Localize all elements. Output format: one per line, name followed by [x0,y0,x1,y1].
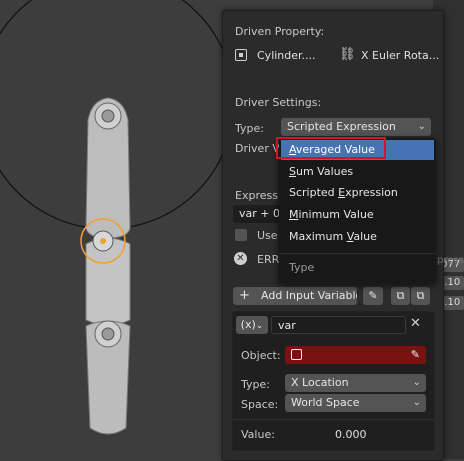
add-input-variable-button[interactable]: + Add Input Variable [233,287,357,305]
origin-dot [100,238,106,244]
use-self-checkbox[interactable] [235,229,247,241]
driver-settings-heading: Driver Settings: [235,96,322,109]
divider [279,253,436,254]
menu-header: Type [289,261,315,274]
highlight-box [276,137,386,159]
object-label: Object: [241,349,281,362]
variable-value: 0.000 [335,428,367,441]
menu-item-label: xpression [345,186,398,199]
menu-item-mnemonic: M [289,208,299,221]
driven-property-heading: Driven Property: [235,25,325,38]
error-icon: ✕ [234,252,247,265]
space-label: Space: [241,398,279,411]
menu-item-mnemonic: S [289,165,296,178]
space-value: World Space [291,396,360,409]
chevron-down-icon: ⌄ [412,397,421,408]
divider [233,419,434,420]
variable-type-dropdown[interactable]: (x)⌄ [236,316,268,334]
input-variable-box: (x)⌄ var ✕ Object: ✎ Type: X Location ⌄ … [232,311,435,451]
eyedropper-icon[interactable]: ✎ [363,287,383,305]
variable-type-icon: (x) [240,318,256,331]
transform-type-label: Type: [241,378,270,391]
driver-type-label: Type: [235,122,264,135]
menu-item-sum-values[interactable]: Sum Values [281,162,434,182]
eyedropper-icon[interactable]: ✎ [411,346,420,364]
chevron-down-icon: ⌄ [255,321,264,331]
transform-type-dropdown[interactable]: X Location ⌄ [285,374,426,392]
chevron-down-icon: ⌄ [412,377,421,388]
plus-icon: + [239,288,250,303]
driver-type-dropdown[interactable]: Scripted Expression ⌄ [281,118,431,136]
menu-item-scripted-expression[interactable]: Scripted Expression [281,183,434,203]
value-label: Value: [241,428,275,441]
menu-item-label: inimum Value [298,208,374,221]
joint-sphere [101,109,115,123]
rotation-icon: ⛓ [339,47,356,62]
chevron-down-icon: ⌄ [417,121,426,132]
copy-variables-icon[interactable]: ⧉ [391,287,410,305]
remove-variable-icon[interactable]: ✕ [410,316,421,331]
variable-name-input[interactable]: var [271,316,406,334]
driver-type-value: Scripted Expression [287,120,396,133]
menu-item-label: um Values [295,165,354,178]
driven-object-name[interactable]: Cylinder.... [257,49,316,62]
paste-variables-icon[interactable]: ⧉ [411,287,430,305]
menu-item-maximum-value[interactable]: Maximum Value [281,227,434,247]
menu-item-label: Scripted [289,186,339,199]
expression-input[interactable]: var + 0.0 [233,205,285,223]
joint-sphere [101,327,115,341]
driver-type-menu: Averaged Value Sum Values Scripted Expre… [279,138,436,283]
driven-property-name[interactable]: X Euler Rota... [361,49,439,62]
object-selector-field[interactable]: ✎ [285,346,426,364]
object-icon [291,349,302,360]
menu-item-label: alue [353,230,377,243]
object-icon [235,49,247,61]
add-input-variable-label: Add Input Variable [261,289,357,302]
menu-item-minimum-value[interactable]: Minimum Value [281,205,434,225]
menu-item-label: Maximum [289,230,347,243]
space-dropdown[interactable]: World Space ⌄ [285,394,426,412]
transform-type-value: X Location [291,376,349,389]
